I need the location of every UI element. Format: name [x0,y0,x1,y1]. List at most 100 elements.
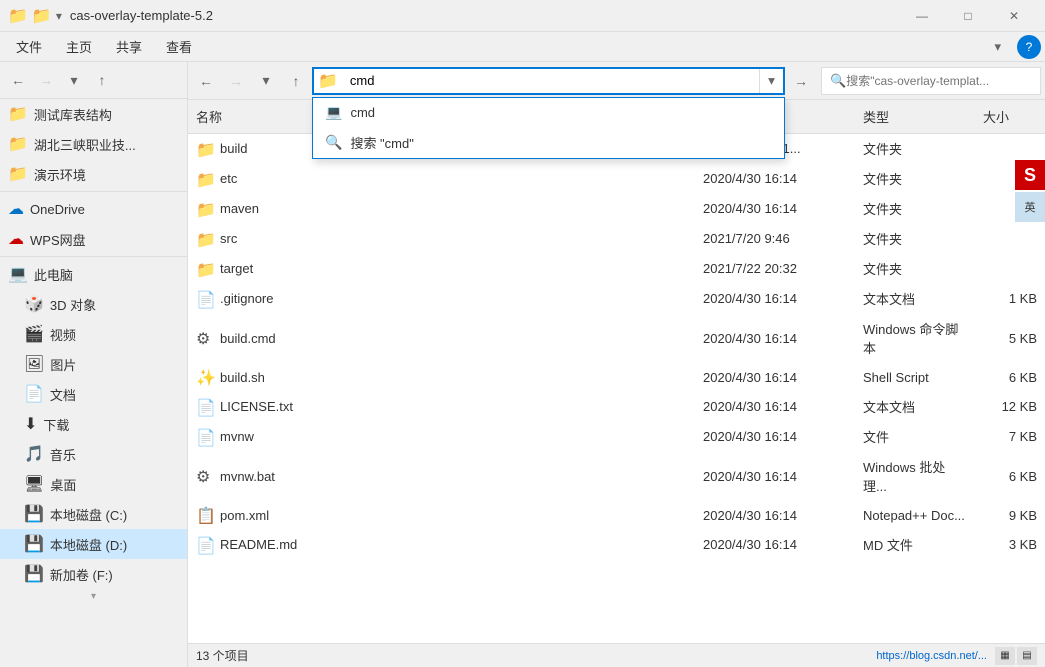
back-button-sidebar[interactable]: ← [4,66,32,94]
table-row[interactable]: 📁 etc 2020/4/30 16:14 文件夹 [188,164,1045,194]
table-row[interactable]: 📁 src 2021/7/20 9:46 文件夹 [188,224,1045,254]
menu-home[interactable]: 主页 [54,33,104,60]
item-count: 13 个项目 [196,647,249,664]
sidebar-item-driveC[interactable]: 💾 本地磁盘 (C:) [0,499,187,529]
forward-button[interactable]: → [222,67,250,95]
table-row[interactable]: ⚙ build.cmd 2020/4/30 16:14 Windows 命令脚本… [188,314,1045,363]
file-icon: ⚙ [196,329,214,347]
sidebar-item-folder2[interactable]: 📁 湖北三峡职业技... [0,129,187,159]
menu-share[interactable]: 共享 [104,33,154,60]
file-type: 文本文档 [855,287,975,310]
menu-file[interactable]: 文件 [4,33,54,60]
maximize-button[interactable]: □ [945,0,991,32]
sidebar-item-video[interactable]: 🎬 视频 [0,319,187,349]
forward-button-sidebar[interactable]: → [32,66,60,94]
menu-view[interactable]: 查看 [154,33,204,60]
window-title: cas-overlay-template-5.2 [70,8,899,23]
navigate-to-button[interactable]: → [787,67,815,95]
help-button[interactable]: ? [1017,35,1041,59]
sidebar-label-video: 视频 [50,325,76,344]
sidebar-label-folder3: 演示环境 [34,165,86,184]
file-size [975,237,1045,241]
file-name-cell: ✨ build.sh [188,366,695,388]
file-type: Shell Script [855,368,975,387]
file-size: 1 KB [975,289,1045,308]
address-dropdown-button[interactable]: ▾ [759,69,783,93]
table-row[interactable]: 📁 target 2021/7/22 20:32 文件夹 [188,254,1045,284]
autocomplete-item-cmd[interactable]: 💻 cmd [313,98,784,127]
table-row[interactable]: ✨ build.sh 2020/4/30 16:14 Shell Script … [188,363,1045,392]
title-bar-icons: 📁 📁 ▾ [8,6,62,26]
sidebar-item-desktop[interactable]: 🖥 桌面 [0,469,187,499]
up-button-sidebar[interactable]: ↑ [88,66,116,94]
table-row[interactable]: 📄 mvnw 2020/4/30 16:14 文件 7 KB [188,422,1045,452]
address-bar[interactable]: 📁 ▾ 💻 cmd 🔍 搜索 "cmd" [312,67,785,95]
column-type[interactable]: 类型 [855,104,975,129]
title-folder-icon1: 📁 [8,6,28,26]
toolbar: ← → ▾ ↑ 📁 ▾ 💻 cmd 🔍 搜索 "cmd" [188,62,1045,100]
sidebar-item-folder3[interactable]: 📁 演示环境 [0,159,187,189]
file-date: 2021/7/22 20:32 [695,259,855,278]
table-row[interactable]: 📋 pom.xml 2020/4/30 16:14 Notepad++ Doc.… [188,501,1045,530]
file-name-cell: 📄 README.md [188,534,695,556]
file-date: 2020/4/30 16:14 [695,535,855,554]
file-name-cell: 📄 mvnw [188,426,695,448]
sidebar-item-wps[interactable]: ☁ WPS网盘 [0,224,187,254]
sidebar-item-folder1[interactable]: 📁 测试库表结构 [0,99,187,129]
title-folder-icon2: 📁 [32,6,52,26]
file-icon: 📁 [196,200,214,218]
sidebar-item-driveF[interactable]: 💾 新加卷 (F:) [0,559,187,589]
autocomplete-item-search[interactable]: 🔍 搜索 "cmd" [313,127,784,158]
file-type: 文件夹 [855,197,975,220]
menu-expand-chevron[interactable]: ▾ [986,39,1009,55]
address-input[interactable] [342,69,759,93]
file-date: 2020/4/30 16:14 [695,199,855,218]
folder-icon2: 📁 [8,134,28,154]
close-button[interactable]: ✕ [991,0,1037,32]
autocomplete-cmd-label: cmd [350,105,375,120]
file-name: target [220,261,253,276]
file-icon: 📁 [196,140,214,158]
column-size[interactable]: 大小 [975,104,1045,129]
sidebar-item-music[interactable]: 🎵 音乐 [0,439,187,469]
sidebar-item-driveD[interactable]: 💾 本地磁盘 (D:) [0,529,187,559]
table-row[interactable]: 📁 maven 2020/4/30 16:14 文件夹 [188,194,1045,224]
minimize-button[interactable]: — [899,0,945,32]
file-name: mvnw.bat [220,469,275,484]
sidebar-item-pictures[interactable]: 🖼 图片 [0,349,187,379]
table-row[interactable]: 📄 .gitignore 2020/4/30 16:14 文本文档 1 KB [188,284,1045,314]
file-name: README.md [220,537,297,552]
sidebar-divider-2 [0,256,187,257]
back-button[interactable]: ← [192,67,220,95]
file-name-cell: 📁 src [188,228,695,250]
file-date: 2021/7/20 9:46 [695,229,855,248]
file-size: 6 KB [975,467,1045,486]
search-bar: 🔍 [821,67,1041,95]
file-date: 2020/4/30 16:14 [695,169,855,188]
table-row[interactable]: 📄 LICENSE.txt 2020/4/30 16:14 文本文档 12 KB [188,392,1045,422]
file-date: 2020/4/30 16:14 [695,368,855,387]
file-name-cell: 📁 etc [188,168,695,190]
file-icon: 📁 [196,260,214,278]
downloads-icon: ⬇ [24,414,37,434]
recent-button[interactable]: ▾ [252,67,280,95]
table-row[interactable]: ⚙ mvnw.bat 2020/4/30 16:14 Windows 批处理..… [188,452,1045,501]
sidebar-item-3d[interactable]: 🎲 3D 对象 [0,289,187,319]
sidebar-item-docs[interactable]: 📄 文档 [0,379,187,409]
up-button[interactable]: ↑ [282,67,310,95]
recent-locations-button[interactable]: ▾ [60,66,88,94]
file-type: 文件夹 [855,227,975,250]
file-icon: 📄 [196,398,214,416]
sidebar-item-downloads[interactable]: ⬇ 下载 [0,409,187,439]
sidebar-item-onedrive[interactable]: ☁ OneDrive [0,194,187,224]
search-input[interactable] [846,74,1006,88]
sidebar-label-driveF: 新加卷 (F:) [50,565,113,584]
title-dropdown-arrow[interactable]: ▾ [56,9,62,23]
address-folder-icon: 📁 [314,71,342,91]
file-name: mvnw [220,429,254,444]
file-type: 文件夹 [855,137,975,160]
sidebar-item-computer[interactable]: 💻 此电脑 [0,259,187,289]
threed-icon: 🎲 [24,294,44,314]
video-icon: 🎬 [24,324,44,344]
table-row[interactable]: 📄 README.md 2020/4/30 16:14 MD 文件 3 KB [188,530,1045,560]
